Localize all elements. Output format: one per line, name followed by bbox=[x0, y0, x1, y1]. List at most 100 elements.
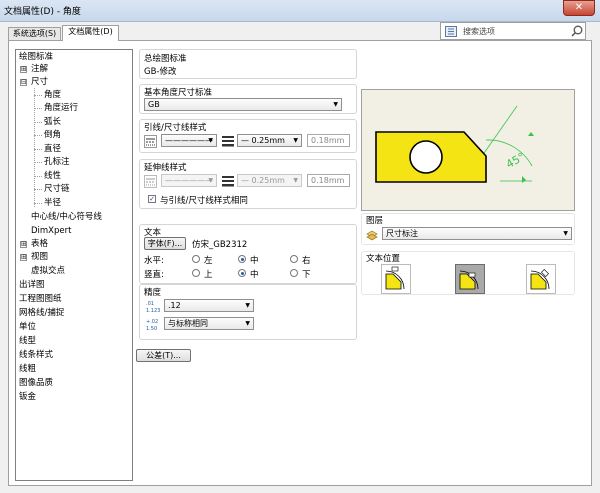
expand-icon[interactable]: ⊞ bbox=[20, 241, 27, 248]
search-options-icon bbox=[445, 26, 457, 37]
tree-item[interactable]: 钣金 bbox=[19, 392, 36, 403]
vertical-center-radio[interactable] bbox=[238, 269, 246, 277]
vertical-bottom-label: 下 bbox=[302, 270, 311, 280]
chevron-down-icon: ▼ bbox=[333, 101, 338, 108]
tab-strip: 系统选项(S) 文档属性(D) bbox=[8, 25, 368, 41]
tree-item[interactable]: 表格 bbox=[31, 239, 48, 250]
tree-item[interactable]: 角度 bbox=[44, 90, 61, 101]
tree-item[interactable]: DimXpert bbox=[31, 226, 71, 237]
search-box[interactable]: 搜索选项 bbox=[440, 22, 586, 40]
layer-icon bbox=[366, 230, 378, 241]
content-panel: 绘图标准 ⊞ 注解 ⊟ 尺寸 角度 角度运行 弧长 倒角 直径 孔标注 线性 尺… bbox=[8, 40, 592, 486]
overall-standard-value: GB-修改 bbox=[144, 67, 177, 77]
text-position-aligned-icon[interactable] bbox=[526, 264, 556, 294]
horizontal-center-radio[interactable] bbox=[238, 255, 246, 263]
tolerance-precision-select[interactable]: 与标称相同 ▼ bbox=[164, 317, 254, 330]
tree-item[interactable]: 直径 bbox=[44, 144, 61, 155]
options-tree[interactable]: 绘图标准 ⊞ 注解 ⊟ 尺寸 角度 角度运行 弧长 倒角 直径 孔标注 线性 尺… bbox=[15, 49, 133, 481]
tab-document-properties[interactable]: 文档属性(D) bbox=[62, 25, 119, 41]
search-icon[interactable] bbox=[571, 25, 583, 38]
same-as-leader-checkbox[interactable]: ✓ bbox=[148, 195, 156, 203]
extension-width-field[interactable]: 0.18mm bbox=[307, 174, 350, 187]
primary-precision-icon: .01 1.123 bbox=[146, 301, 160, 314]
line-style-icon bbox=[144, 135, 157, 148]
base-standard-select[interactable]: GB ▼ bbox=[144, 98, 342, 111]
vertical-center-label: 中 bbox=[250, 270, 259, 280]
horizontal-right-radio[interactable] bbox=[290, 255, 298, 263]
svg-text:1.50: 1.50 bbox=[146, 326, 157, 332]
tab-system-options[interactable]: 系统选项(S) bbox=[8, 27, 61, 40]
vertical-top-radio[interactable] bbox=[192, 269, 200, 277]
tree-item[interactable]: 尺寸链 bbox=[44, 184, 70, 195]
tree-item[interactable]: 尺寸 bbox=[31, 77, 48, 88]
horizontal-center-label: 中 bbox=[250, 256, 259, 266]
tree-item[interactable]: 网格线/捕捉 bbox=[19, 308, 64, 319]
tree-connector bbox=[34, 122, 42, 123]
font-button[interactable]: 字体(F)... bbox=[144, 237, 186, 250]
tree-item[interactable]: 虚拟交点 bbox=[31, 266, 65, 277]
tree-connector bbox=[34, 149, 42, 150]
extension-thickness-value: — 0.25mm bbox=[241, 176, 285, 185]
leader-line-style-select[interactable]: —————— ▼ bbox=[161, 134, 217, 147]
tree-item[interactable]: 线粗 bbox=[19, 364, 36, 375]
vertical-label: 竖直: bbox=[144, 270, 164, 280]
tree-item[interactable]: 出详图 bbox=[19, 280, 45, 291]
primary-precision-select[interactable]: .12 ▼ bbox=[164, 299, 254, 312]
extension-thickness-select[interactable]: — 0.25mm ▼ bbox=[237, 174, 302, 187]
line-thickness-icon bbox=[222, 136, 234, 147]
horizontal-left-radio[interactable] bbox=[192, 255, 200, 263]
svg-text:+.02: +.02 bbox=[146, 319, 158, 325]
tree-item[interactable]: 线型 bbox=[19, 336, 36, 347]
collapse-icon[interactable]: ⊟ bbox=[20, 79, 27, 86]
tree-item[interactable]: 半径 bbox=[44, 198, 61, 209]
base-standard-value: GB bbox=[148, 100, 160, 109]
tree-item[interactable]: 绘图标准 bbox=[19, 52, 53, 63]
line-style-icon bbox=[144, 175, 157, 188]
layer-select[interactable]: 尺寸标注 ▼ bbox=[382, 227, 572, 240]
tree-item[interactable]: 孔标注 bbox=[44, 157, 70, 168]
chevron-down-icon: ▼ bbox=[208, 177, 213, 184]
close-button[interactable]: ✕ bbox=[563, 0, 595, 16]
tree-item[interactable]: 角度运行 bbox=[44, 103, 78, 114]
extension-line-style-select[interactable]: —————— ▼ bbox=[161, 174, 217, 187]
tree-item[interactable]: 线性 bbox=[44, 171, 61, 182]
tree-item[interactable]: 视图 bbox=[31, 252, 48, 263]
tree-item[interactable]: 线条样式 bbox=[19, 350, 53, 361]
angle-preview-drawing: 45° bbox=[375, 105, 534, 183]
tree-item[interactable]: 图像品质 bbox=[19, 378, 53, 389]
vertical-bottom-radio[interactable] bbox=[290, 269, 298, 277]
tolerance-button[interactable]: 公差(T)... bbox=[136, 349, 191, 362]
vertical-top-label: 上 bbox=[204, 270, 213, 280]
horizontal-left-label: 左 bbox=[204, 256, 213, 266]
text-position-label: 文本位置 bbox=[366, 254, 401, 264]
expand-icon[interactable]: ⊞ bbox=[20, 66, 27, 73]
tree-item[interactable]: 中心线/中心符号线 bbox=[31, 212, 102, 223]
leader-style-label: 引线/尺寸线样式 bbox=[144, 123, 207, 133]
text-position-inline-icon[interactable] bbox=[455, 264, 485, 294]
search-input[interactable]: 搜索选项 bbox=[463, 26, 495, 37]
base-standard-label: 基本角度尺寸标准 bbox=[144, 88, 213, 98]
leader-width-field[interactable]: 0.18mm bbox=[307, 134, 350, 147]
primary-precision-value: .12 bbox=[168, 301, 181, 310]
chevron-down-icon: ▼ bbox=[293, 137, 298, 144]
leader-thickness-select[interactable]: — 0.25mm ▼ bbox=[237, 134, 302, 147]
text-group: 文本 字体(F)... 仿宋_GB2312 水平: 左 中 右 竖直: 上 中 … bbox=[139, 224, 357, 284]
font-name: 仿宋_GB2312 bbox=[192, 240, 248, 250]
same-as-leader-label: 与引线/尺寸线样式相同 bbox=[160, 196, 248, 206]
tolerance-precision-icon: +.02 1.50 bbox=[146, 319, 158, 332]
chevron-down-icon: ▼ bbox=[293, 177, 298, 184]
tree-connector bbox=[34, 203, 42, 204]
text-position-outside-icon[interactable] bbox=[381, 264, 411, 294]
line-thickness-icon bbox=[222, 176, 234, 187]
tree-item[interactable]: 单位 bbox=[19, 322, 36, 333]
tree-item[interactable]: 工程图图纸 bbox=[19, 294, 62, 305]
expand-icon[interactable]: ⊞ bbox=[20, 254, 27, 261]
leader-thickness-value: — 0.25mm bbox=[241, 136, 285, 145]
leader-style-group: 引线/尺寸线样式 —————— ▼ — 0.25mm ▼ 0.18mm bbox=[139, 119, 357, 153]
tree-item[interactable]: 弧长 bbox=[44, 117, 61, 128]
precision-label: 精度 bbox=[144, 288, 162, 298]
precision-group: 精度 .01 1.123 .12 ▼ +.02 1.50 与标称相同 ▼ bbox=[139, 284, 357, 340]
tree-item[interactable]: 注解 bbox=[31, 64, 48, 75]
leader-line-style-value: —————— bbox=[165, 136, 213, 145]
tree-item[interactable]: 倒角 bbox=[44, 130, 61, 141]
